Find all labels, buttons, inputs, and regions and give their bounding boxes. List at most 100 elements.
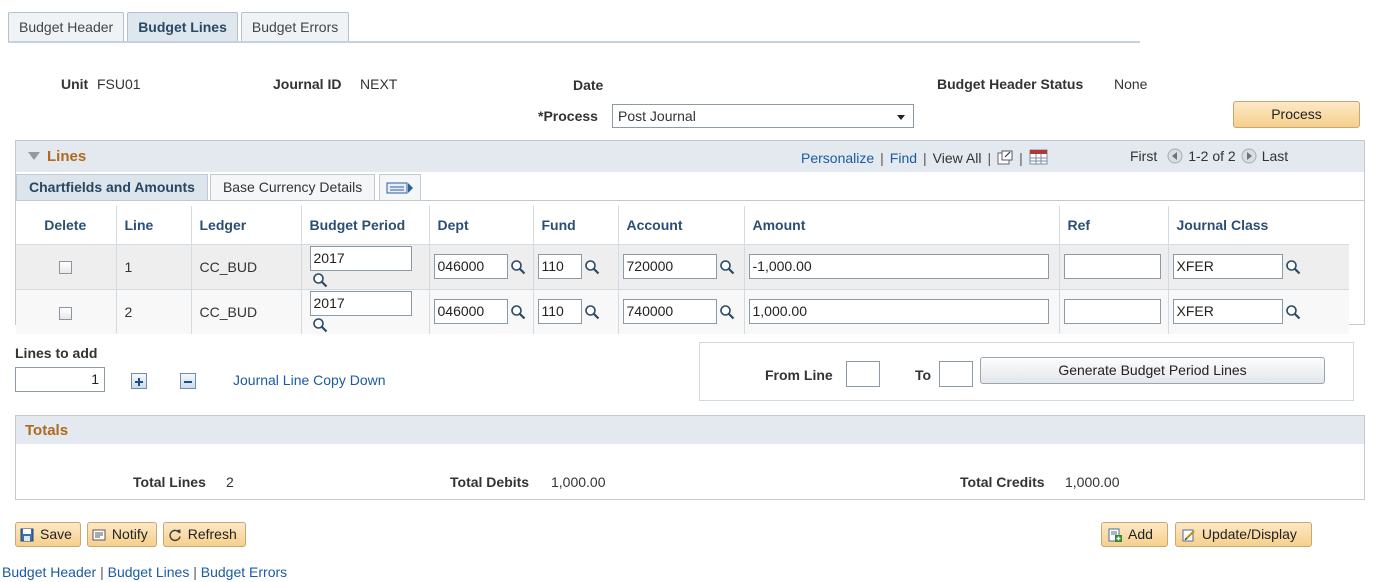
line-number: 1 [116,243,192,290]
tab-base-currency-details[interactable]: Base Currency Details [209,174,376,201]
total-credits-value: 1,000.00 [1065,474,1120,490]
lines-title: Lines [47,148,87,165]
footer-link-budget-lines[interactable]: Budget Lines [108,564,190,580]
lookup-icon[interactable] [1285,304,1301,320]
dept-input[interactable]: 046000 [433,299,508,325]
add-button[interactable]: Add [1101,522,1168,547]
col-ledger: Ledger [191,206,302,244]
previous-arrow-icon[interactable] [1167,148,1183,164]
refresh-label: Refresh [187,526,237,542]
total-credits-label: Total Credits [960,474,1045,490]
col-budget-period: Budget Period [301,206,430,244]
lookup-icon[interactable] [312,317,328,333]
update-display-icon [1182,529,1195,541]
pager-first[interactable]: First [1130,148,1157,164]
download-spreadsheet-icon[interactable] [1029,149,1049,166]
separator: | [193,564,201,580]
journal-class-input[interactable]: XFER [1172,254,1283,280]
show-all-columns-tab[interactable] [379,174,422,201]
status-value: None [1114,76,1148,92]
total-debits-label: Total Debits [450,474,530,490]
totals-panel-header [16,416,1364,444]
account-input[interactable]: 720000 [622,254,717,280]
tab-budget-lines[interactable]: Budget Lines [127,12,238,43]
delete-checkbox[interactable] [58,261,72,275]
generate-budget-period-lines-button[interactable]: Generate Budget Period Lines [980,357,1325,384]
minus-icon [183,381,192,384]
unit-value: FSU01 [97,76,141,92]
table-row: 1 CC_BUD 2017 046000 110 720000 -1,000.0… [16,243,1349,290]
save-label: Save [40,526,72,542]
total-lines-label: Total Lines [133,474,206,490]
lookup-icon[interactable] [719,304,735,320]
lookup-icon[interactable] [1285,259,1301,275]
line-number: 2 [116,288,192,335]
journal-class-input[interactable]: XFER [1172,299,1283,325]
add-lines-button[interactable] [131,373,147,390]
tab-underline [8,41,1140,43]
lookup-icon[interactable] [719,259,735,275]
fund-input[interactable]: 110 [537,299,582,325]
bottom-toolbar-right: Add Update/Display [1101,522,1312,547]
ref-input[interactable] [1063,254,1161,280]
to-line-input[interactable] [939,361,973,387]
tab-budget-header[interactable]: Budget Header [8,12,125,42]
notify-label: Notify [111,526,148,542]
next-arrow-icon[interactable] [1241,148,1257,164]
to-label: To [915,367,932,383]
lookup-icon[interactable] [312,272,328,288]
separator: | [987,149,992,166]
tab-budget-errors[interactable]: Budget Errors [240,12,350,42]
page-tabs: Budget Header Budget Lines Budget Errors [8,12,352,43]
new-window-icon[interactable] [997,150,1013,165]
lookup-icon[interactable] [510,259,526,275]
from-line-input[interactable] [846,361,880,387]
table-row: 2 CC_BUD 2017 046000 110 740000 1,000.00… [16,288,1349,335]
dept-input[interactable]: 046000 [433,254,508,280]
total-debits-value: 1,000.00 [551,474,606,490]
lines-to-add-input[interactable]: 1 [15,367,105,392]
bottom-toolbar-left: Save Notify Refresh [15,522,246,547]
account-input[interactable]: 740000 [622,299,717,325]
notify-button[interactable]: Notify [86,522,157,547]
budget-period-input[interactable]: 2017 [309,290,412,316]
journal-line-copy-down-link[interactable]: Journal Line Copy Down [233,372,386,388]
find-link[interactable]: Find [890,150,917,166]
lookup-icon[interactable] [510,304,526,320]
remove-lines-button[interactable] [179,373,196,390]
save-button[interactable]: Save [15,522,81,547]
ledger-value: CC_BUD [191,288,302,335]
plus-icon-stem [138,378,140,387]
lookup-icon[interactable] [584,259,600,275]
tab-chartfields-amounts[interactable]: Chartfields and Amounts [16,174,208,201]
budget-period-input[interactable]: 2017 [309,245,412,271]
amount-input[interactable]: -1,000.00 [748,254,1049,280]
journal-id-value: NEXT [360,76,398,92]
grid-tabs-rule [16,200,1364,201]
delete-checkbox[interactable] [58,306,72,320]
status-label: Budget Header Status [937,76,1084,92]
col-fund: Fund [533,206,619,244]
ref-input[interactable] [1063,299,1161,325]
col-account: Account [618,206,745,244]
footer-link-budget-errors[interactable]: Budget Errors [201,564,287,580]
process-select[interactable]: Post Journal [612,104,914,128]
view-all-link[interactable]: View All [933,150,982,166]
grid-nav: Personalize | Find | View All | | [801,149,1049,166]
chevron-down-icon [897,115,905,120]
collapse-triangle-icon[interactable] [28,152,40,160]
lookup-icon[interactable] [584,304,600,320]
lines-grid: Delete Line Ledger Budget Period Dept Fu… [16,206,1349,335]
pager-last[interactable]: Last [1262,148,1288,164]
lines-to-add-label: Lines to add [15,345,98,361]
update-display-button[interactable]: Update/Display [1174,522,1312,547]
amount-input[interactable]: 1,000.00 [748,299,1049,325]
separator: | [880,149,884,166]
save-icon [20,528,34,541]
refresh-button[interactable]: Refresh [162,522,246,547]
process-button[interactable]: Process [1233,101,1360,128]
fund-input[interactable]: 110 [537,254,582,280]
footer-link-budget-header[interactable]: Budget Header [2,564,96,580]
separator: | [923,149,927,166]
personalize-link[interactable]: Personalize [801,150,874,166]
